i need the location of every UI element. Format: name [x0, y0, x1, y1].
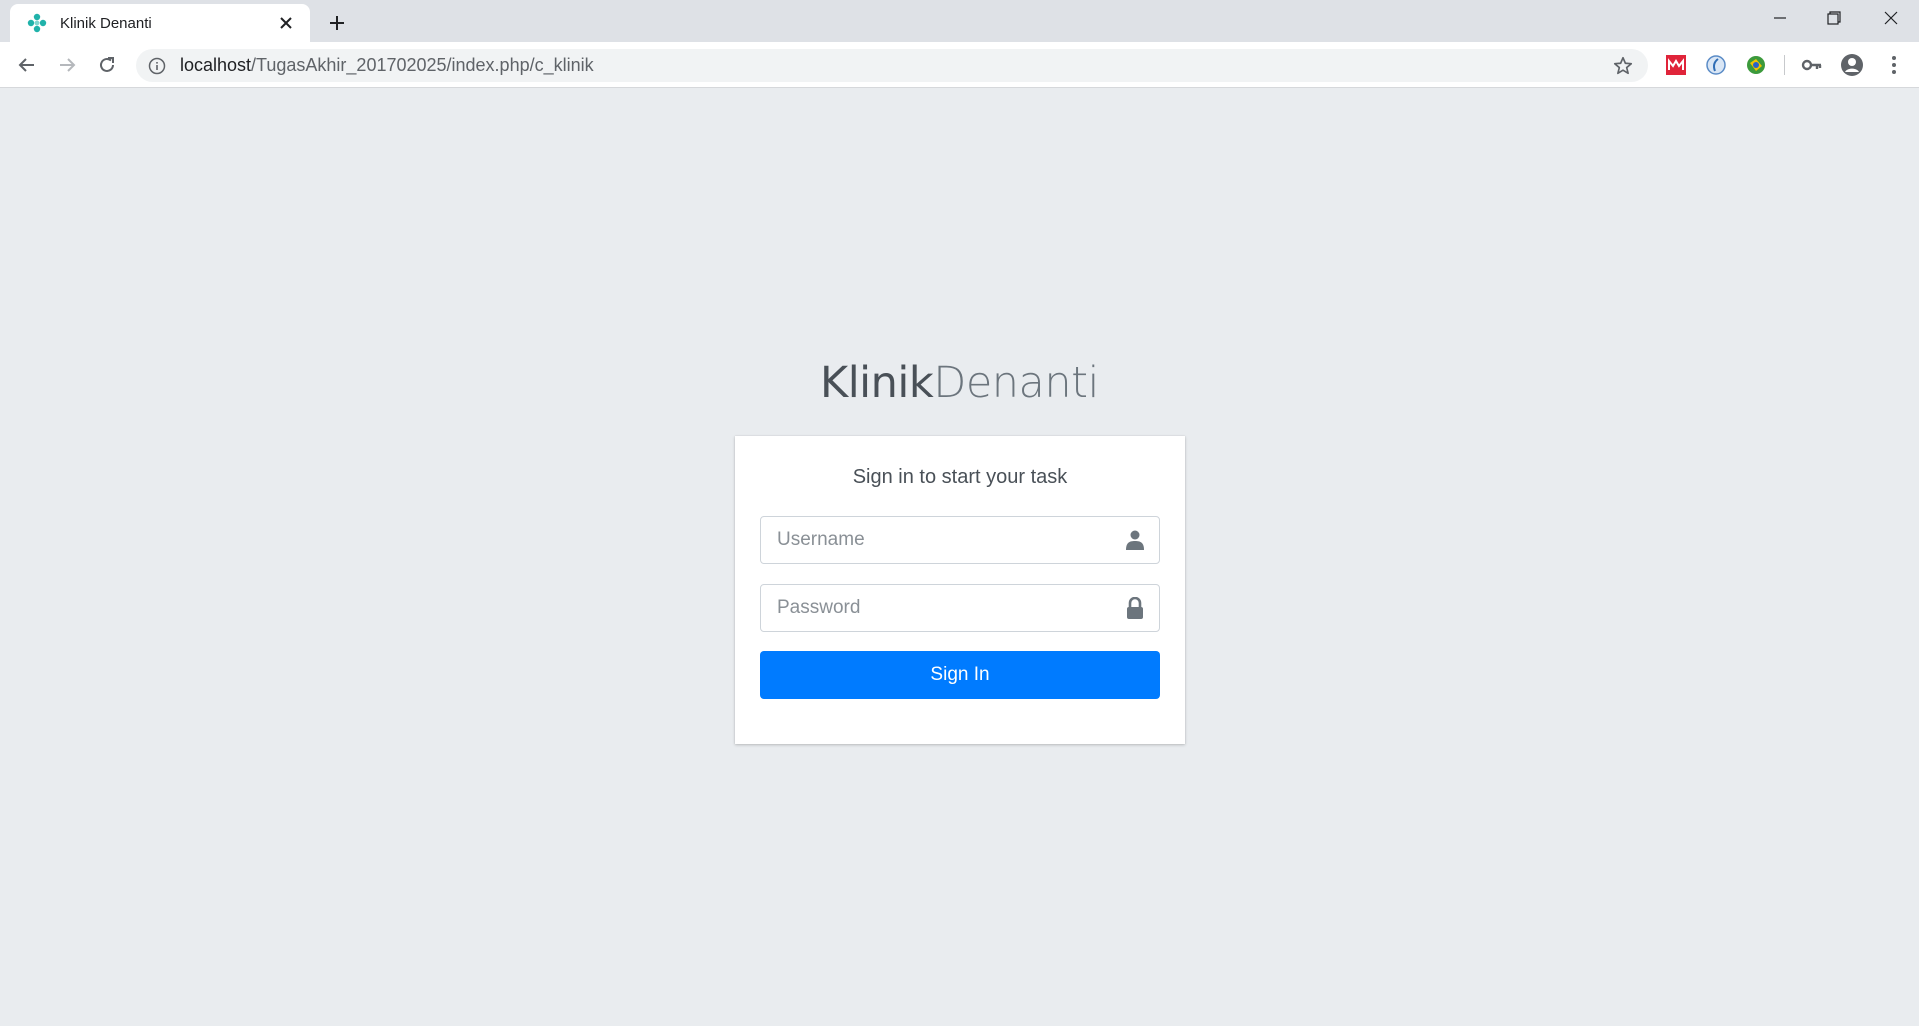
- tab-close-icon[interactable]: [274, 11, 298, 35]
- extension-blue-icon[interactable]: [1704, 53, 1728, 77]
- password-input[interactable]: [761, 585, 1111, 631]
- tab-title: Klinik Denanti: [60, 14, 152, 32]
- user-icon: [1111, 517, 1159, 563]
- account-icon[interactable]: [1840, 53, 1864, 77]
- url-path: /TugasAkhir_201702025/index.php/c_klinik: [251, 55, 594, 75]
- extension-globe-icon[interactable]: [1744, 53, 1768, 77]
- reload-icon[interactable]: [92, 50, 122, 80]
- browser-tab[interactable]: Klinik Denanti: [10, 4, 310, 42]
- minimize-icon[interactable]: [1752, 0, 1808, 36]
- restore-icon[interactable]: [1806, 0, 1862, 36]
- url-host: localhost: [180, 55, 252, 75]
- new-tab-icon[interactable]: [322, 8, 352, 38]
- address-bar[interactable]: localhost/TugasAkhir_201702025/index.php…: [136, 49, 1648, 82]
- app-logo[interactable]: KlinikDenanti: [0, 358, 1919, 408]
- menu-dots-icon[interactable]: [1882, 53, 1906, 77]
- password-field: [760, 584, 1160, 632]
- sign-in-button[interactable]: Sign In: [760, 651, 1160, 699]
- browser-toolbar: localhost/TugasAkhir_201702025/index.php…: [0, 42, 1919, 88]
- logo-light: Denanti: [933, 358, 1099, 408]
- back-arrow-icon[interactable]: [12, 50, 42, 80]
- login-card: Sign in to start your task Sign In: [735, 436, 1185, 744]
- browser-tabstrip: Klinik Denanti: [0, 0, 1919, 42]
- url-text: localhost/TugasAkhir_201702025/index.php…: [180, 55, 1612, 76]
- extension-red-icon[interactable]: [1664, 53, 1688, 77]
- username-field: [760, 516, 1160, 564]
- toolbar-separator: [1784, 55, 1785, 75]
- key-icon[interactable]: [1800, 53, 1824, 77]
- login-message: Sign in to start your task: [852, 466, 1068, 488]
- info-icon[interactable]: [148, 57, 166, 75]
- lock-icon: [1111, 585, 1159, 631]
- username-input[interactable]: [761, 517, 1111, 563]
- bookmark-star-icon[interactable]: [1612, 55, 1634, 77]
- forward-arrow-icon[interactable]: [52, 50, 82, 80]
- clinic-favicon-icon: [27, 13, 47, 33]
- logo-bold: Klinik: [820, 358, 934, 408]
- close-window-icon[interactable]: [1863, 0, 1919, 36]
